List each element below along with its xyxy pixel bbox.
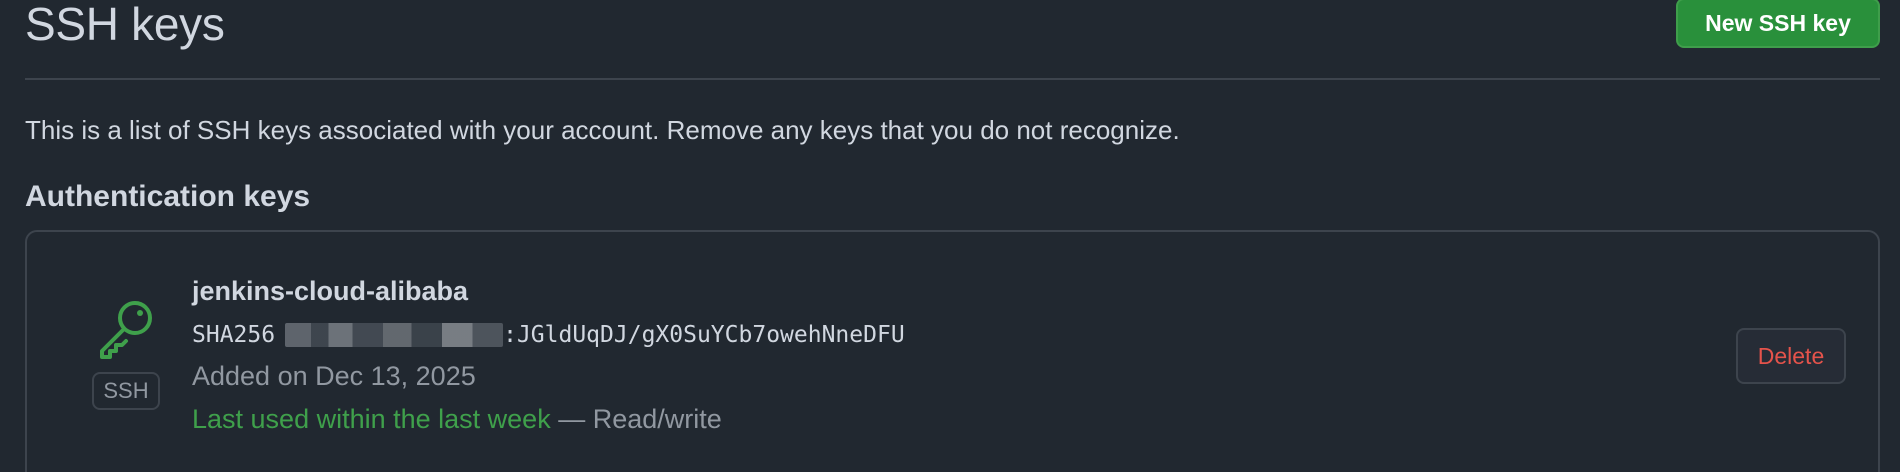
- key-usage-info: Last used within the last week — Read/wr…: [192, 402, 722, 436]
- new-ssh-key-button[interactable]: New SSH key: [1676, 0, 1880, 48]
- key-title: jenkins-cloud-alibaba: [192, 276, 469, 306]
- page-header: SSH keys New SSH key: [25, 0, 1880, 80]
- key-access-level: — Read/write: [550, 404, 722, 434]
- page-title: SSH keys: [25, 0, 225, 50]
- fingerprint-prefix: SHA256: [192, 322, 276, 348]
- ssh-keys-page: SSH keys New SSH key This is a list of S…: [0, 0, 1900, 472]
- ssh-badge: SSH: [92, 372, 160, 410]
- section-title-authentication-keys: Authentication keys: [25, 180, 311, 213]
- key-icon: [100, 301, 152, 359]
- key-added-date: Added on Dec 13, 2025: [192, 361, 476, 391]
- key-fingerprint: SHA256 :JGldUqDJ/gX0SuYCb7owehNneDFU: [192, 319, 905, 351]
- intro-text: This is a list of SSH keys associated wi…: [25, 115, 1180, 145]
- last-used-status: Last used within the last week: [192, 404, 551, 434]
- ssh-key-card: SSH jenkins-cloud-alibaba SHA256 :JGldUq…: [25, 230, 1880, 472]
- fingerprint-visible-part: :JGldUqDJ/gX0SuYCb7owehNneDFU: [503, 322, 905, 348]
- delete-key-button[interactable]: Delete: [1736, 328, 1846, 384]
- redacted-fingerprint-segment: [285, 323, 504, 347]
